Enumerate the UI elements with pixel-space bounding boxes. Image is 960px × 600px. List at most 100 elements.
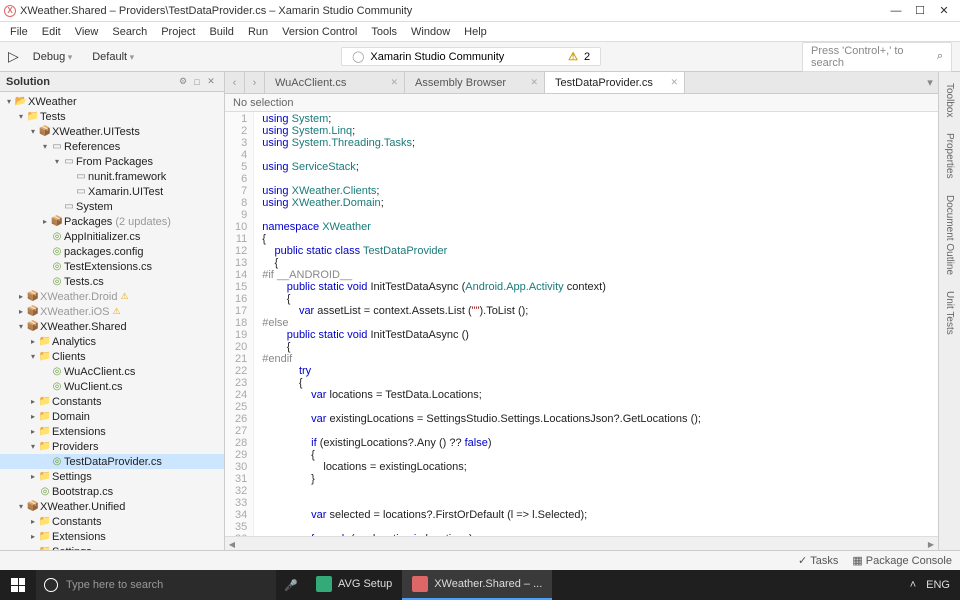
tree-twisty-icon[interactable]: ▾ [16,322,26,331]
scroll-right-button[interactable]: ▶ [924,537,938,551]
tree-twisty-icon[interactable]: ▸ [16,292,26,301]
tree-node[interactable]: ▭System [0,199,224,214]
nav-forward-button[interactable]: › [245,72,265,93]
scroll-left-button[interactable]: ◀ [225,537,239,551]
tree-node[interactable]: ▸📁Constants [0,514,224,529]
tree-node[interactable]: ◎WuClient.cs [0,379,224,394]
tree-node[interactable]: ▾▭From Packages [0,154,224,169]
minimize-button[interactable]: — [884,5,908,17]
tree-twisty-icon[interactable]: ▾ [16,112,26,121]
editor-hscroll[interactable]: ◀ ▶ [225,536,938,550]
warning-icon[interactable]: ⚠ [568,50,578,63]
tree-node[interactable]: ◎Tests.cs [0,274,224,289]
tree-twisty-icon[interactable]: ▸ [28,427,38,436]
tree-node[interactable]: ▸📦XWeather.Droid⚠ [0,289,224,304]
warning-count[interactable]: 2 [584,51,590,63]
tree-node[interactable]: ▸📦Packages(2 updates) [0,214,224,229]
run-button[interactable]: ▷ [8,48,19,65]
tree-node[interactable]: ▸📁Settings [0,469,224,484]
panel-options-button[interactable]: ⚙ [176,76,190,87]
tray-lang[interactable]: ENG [926,579,950,591]
menu-run[interactable]: Run [242,24,274,40]
tree-node[interactable]: ◎packages.config [0,244,224,259]
close-button[interactable]: ✕ [932,4,956,17]
tree-twisty-icon[interactable]: ▾ [28,352,38,361]
tree-node[interactable]: ▸📁Extensions [0,529,224,544]
mic-icon[interactable]: 🎤 [276,579,306,592]
tree-node[interactable]: ▭Xamarin.UITest [0,184,224,199]
nav-back-button[interactable]: ‹ [225,72,245,93]
tree-node[interactable]: ▸📦XWeather.iOS⚠ [0,304,224,319]
breadcrumb[interactable]: No selection [225,94,938,112]
tree-twisty-icon[interactable]: ▾ [4,97,14,106]
menu-build[interactable]: Build [203,24,239,40]
tree-node[interactable]: ▸📁Analytics [0,334,224,349]
global-search[interactable]: Press 'Control+,' to search ⌕ [802,42,952,72]
editor-tab[interactable]: Assembly Browser✕ [405,72,545,93]
tray-expand-icon[interactable]: ˄ [910,579,916,591]
tree-node[interactable]: ◎TestDataProvider.cs [0,454,224,469]
menu-project[interactable]: Project [155,24,201,40]
solution-tree[interactable]: ▾📂XWeather▾📁Tests▾📦XWeather.UITests▾▭Ref… [0,92,224,550]
maximize-button[interactable]: ☐ [908,4,932,17]
tree-twisty-icon[interactable]: ▸ [28,412,38,421]
tree-node[interactable]: ▭nunit.framework [0,169,224,184]
tree-node[interactable]: ◎Bootstrap.cs [0,484,224,499]
tree-node[interactable]: ◎AppInitializer.cs [0,229,224,244]
tree-node[interactable]: ◎WuAcClient.cs [0,364,224,379]
package-console-button[interactable]: ▦ Package Console [852,554,952,567]
tree-twisty-icon[interactable]: ▾ [40,142,50,151]
tree-twisty-icon[interactable]: ▸ [40,217,50,226]
tree-twisty-icon[interactable]: ▸ [28,472,38,481]
taskbar-app[interactable]: XWeather.Shared – ... [402,570,552,600]
panel-close-button[interactable]: ✕ [204,76,218,87]
menu-help[interactable]: Help [458,24,493,40]
tree-twisty-icon[interactable]: ▸ [28,397,38,406]
menu-edit[interactable]: Edit [36,24,67,40]
tree-node[interactable]: ▾📦XWeather.Unified [0,499,224,514]
tree-node[interactable]: ▾▭References [0,139,224,154]
menu-file[interactable]: File [4,24,34,40]
tree-twisty-icon[interactable]: ▾ [28,127,38,136]
rail-tab-properties[interactable]: Properties [941,126,958,186]
taskbar-search[interactable]: Type here to search [36,570,276,600]
menu-window[interactable]: Window [405,24,456,40]
tree-twisty-icon[interactable]: ▸ [28,517,38,526]
tree-node[interactable]: ▾📂XWeather [0,94,224,109]
tree-node[interactable]: ▾📦XWeather.UITests [0,124,224,139]
tree-twisty-icon[interactable]: ▾ [16,502,26,511]
tree-node[interactable]: ▸📁Constants [0,394,224,409]
rail-tab-unit-tests[interactable]: Unit Tests [941,284,958,342]
code-editor[interactable]: 1234567891011121314151617181920212223242… [225,112,938,536]
tree-node[interactable]: ▾📦XWeather.Shared [0,319,224,334]
editor-tab[interactable]: TestDataProvider.cs✕ [545,72,685,93]
code-text[interactable]: using System;using System.Linq;using Sys… [254,112,709,536]
tab-close-icon[interactable]: ✕ [390,77,398,88]
tasks-button[interactable]: ✓ Tasks [798,554,838,567]
tree-node[interactable]: ◎TestExtensions.cs [0,259,224,274]
config-combo[interactable]: Debug [27,49,78,65]
tree-node[interactable]: ▸📁Domain [0,409,224,424]
tree-twisty-icon[interactable]: ▾ [28,442,38,451]
editor-tab[interactable]: WuAcClient.cs✕ [265,72,405,93]
taskbar-app[interactable]: AVG Setup [306,570,402,600]
system-tray[interactable]: ˄ ENG [900,579,960,591]
panel-collapse-button[interactable]: □ [190,77,204,87]
tree-twisty-icon[interactable]: ▸ [16,307,26,316]
tree-node[interactable]: ▾📁Clients [0,349,224,364]
tree-node[interactable]: ▾📁Tests [0,109,224,124]
rail-tab-toolbox[interactable]: Toolbox [941,76,958,124]
menu-version-control[interactable]: Version Control [276,24,363,40]
start-button[interactable] [0,570,36,600]
rail-tab-document-outline[interactable]: Document Outline [941,188,958,282]
menu-search[interactable]: Search [106,24,153,40]
tree-twisty-icon[interactable]: ▸ [28,337,38,346]
target-combo[interactable]: Default [86,49,140,65]
tree-node[interactable]: ▾📁Providers [0,439,224,454]
menu-tools[interactable]: Tools [365,24,403,40]
tree-twisty-icon[interactable]: ▸ [28,532,38,541]
tab-close-icon[interactable]: ✕ [530,77,538,88]
menu-view[interactable]: View [69,24,105,40]
tab-close-icon[interactable]: ✕ [670,77,678,88]
tree-twisty-icon[interactable]: ▾ [52,157,62,166]
